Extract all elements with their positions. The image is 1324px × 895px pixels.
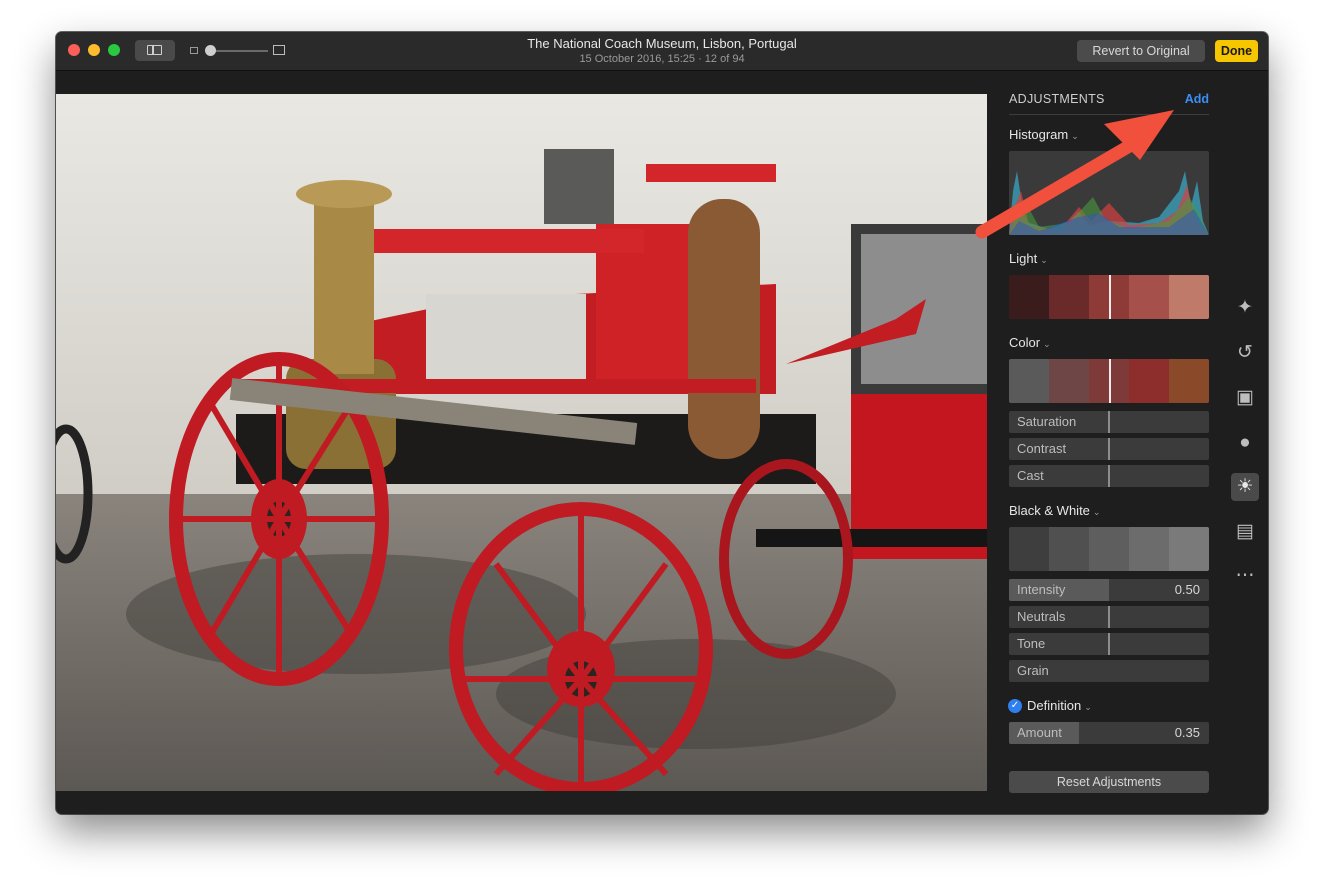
retouch-icon[interactable]: ▤ — [1231, 518, 1259, 546]
add-adjustment-link[interactable]: Add — [1185, 92, 1209, 106]
black-white-section-toggle[interactable]: Black & White ⌄ — [1009, 503, 1100, 518]
color-label: Color — [1009, 335, 1041, 350]
saturation-slider[interactable]: Saturation — [1009, 411, 1209, 433]
bw-thumb — [1129, 527, 1169, 571]
fire-engine-photo — [56, 94, 987, 791]
amount-label: Amount — [1017, 725, 1062, 740]
intensity-label: Intensity — [1017, 582, 1066, 597]
adjust-icon[interactable]: ☀ — [1231, 473, 1259, 501]
color-slider-handle[interactable] — [1109, 359, 1111, 403]
bw-thumb — [1169, 527, 1209, 571]
histogram-section-toggle[interactable]: Histogram ⌄ — [1009, 127, 1079, 142]
color-thumb — [1049, 359, 1089, 403]
chevron-down-icon: ⌄ — [1043, 339, 1051, 349]
saturation-label: Saturation — [1017, 414, 1077, 429]
color-thumb — [1009, 359, 1049, 403]
light-section-toggle[interactable]: Light ⌄ — [1009, 251, 1048, 266]
crop-icon[interactable]: ▣ — [1231, 384, 1259, 412]
slider-marker — [1108, 438, 1110, 460]
divider — [1009, 114, 1209, 115]
title-bar: The National Coach Museum, Lisbon, Portu… — [56, 32, 1268, 71]
contrast-slider[interactable]: Contrast — [1009, 438, 1209, 460]
adjustments-panel: ADJUSTMENTS Add Histogram ⌄ Light ⌄ Colo… — [1008, 92, 1209, 812]
light-thumb — [1009, 275, 1049, 319]
photo-canvas[interactable] — [56, 94, 987, 791]
cast-slider[interactable]: Cast — [1009, 465, 1209, 487]
revert-to-original-button[interactable]: Revert to Original — [1077, 40, 1205, 62]
definition-enabled-checkbox[interactable]: ✓ — [1008, 699, 1022, 713]
color-thumb — [1129, 359, 1169, 403]
grain-slider[interactable]: Grain — [1009, 660, 1209, 682]
slider-marker — [1108, 606, 1110, 628]
light-thumb — [1129, 275, 1169, 319]
bw-thumb — [1009, 527, 1049, 571]
chevron-down-icon: ⌄ — [1092, 507, 1101, 517]
adjustments-heading: ADJUSTMENTS — [1009, 92, 1105, 106]
chevron-down-icon: ⌄ — [1071, 131, 1079, 141]
neutrals-slider[interactable]: Neutrals — [1009, 606, 1209, 628]
tone-label: Tone — [1017, 636, 1046, 651]
tone-slider[interactable]: Tone — [1009, 633, 1209, 655]
filters-icon[interactable]: ● — [1231, 429, 1259, 457]
slider-marker — [1108, 465, 1110, 487]
reset-adjustments-button[interactable]: Reset Adjustments — [1009, 771, 1209, 793]
light-label: Light — [1009, 251, 1038, 266]
histogram-chart — [1009, 151, 1209, 235]
slider-marker — [1108, 411, 1110, 433]
color-preview-strip[interactable] — [1009, 359, 1209, 403]
intensity-value: 0.50 — [1174, 582, 1200, 597]
photos-edit-window: The National Coach Museum, Lisbon, Portu… — [56, 32, 1268, 814]
rotate-icon[interactable]: ↺ — [1231, 339, 1259, 367]
more-icon[interactable]: ⋯ — [1231, 562, 1259, 590]
chevron-down-icon: ⌄ — [1084, 702, 1092, 712]
magic-wand-icon[interactable]: ✦ — [1231, 294, 1259, 322]
definition-label: Definition — [1027, 698, 1082, 713]
amount-slider[interactable]: Amount 0.35 — [1009, 722, 1209, 744]
bw-thumb — [1049, 527, 1089, 571]
color-section-toggle[interactable]: Color ⌄ — [1009, 335, 1051, 350]
intensity-slider[interactable]: Intensity 0.50 — [1009, 579, 1209, 601]
light-preview-strip[interactable] — [1009, 275, 1209, 319]
chevron-down-icon: ⌄ — [1040, 255, 1048, 265]
light-thumb — [1169, 275, 1209, 319]
black-white-preview-strip[interactable] — [1009, 527, 1209, 571]
light-thumb — [1049, 275, 1089, 319]
neutrals-label: Neutrals — [1017, 609, 1066, 624]
color-thumb — [1169, 359, 1209, 403]
cast-label: Cast — [1017, 468, 1044, 483]
bw-thumb — [1089, 527, 1129, 571]
light-slider-handle[interactable] — [1109, 275, 1111, 319]
grain-label: Grain — [1017, 663, 1049, 678]
slider-marker — [1108, 633, 1110, 655]
definition-section-toggle[interactable]: Definition ⌄ — [1027, 698, 1092, 713]
histogram-label: Histogram — [1009, 127, 1069, 142]
done-button[interactable]: Done — [1215, 40, 1258, 62]
amount-value: 0.35 — [1174, 725, 1200, 740]
black-white-label: Black & White — [1009, 503, 1090, 518]
contrast-label: Contrast — [1017, 441, 1067, 456]
